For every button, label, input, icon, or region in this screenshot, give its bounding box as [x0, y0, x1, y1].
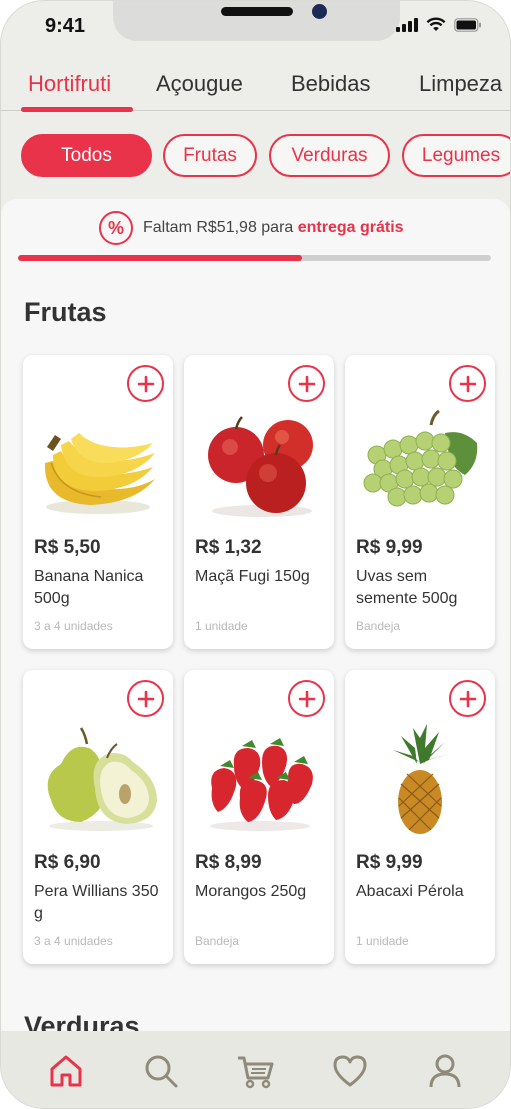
apple-image — [208, 416, 313, 517]
free-delivery-banner: % Faltam R$51,98 para entrega grátis — [99, 211, 404, 245]
nav-search[interactable] — [133, 1043, 189, 1099]
front-camera — [312, 4, 327, 19]
product-card[interactable]: R$ 6,90 Pera Willians 350 g 3 a 4 unidad… — [23, 670, 173, 964]
status-time: 9:41 — [45, 15, 86, 37]
product-list: % Faltam R$51,98 para entrega grátis Fru… — [1, 199, 510, 1041]
product-unit-note: 3 a 4 unidades — [34, 934, 113, 948]
product-unit-note: Bandeja — [356, 619, 401, 633]
bottom-navigation — [1, 1031, 510, 1108]
battery-icon — [454, 18, 481, 32]
tab-acougue[interactable]: Açougue — [156, 71, 243, 97]
free-delivery-progress-fill — [18, 255, 302, 261]
active-tab-indicator — [21, 107, 133, 112]
category-tabs: Hortifruti Açougue Bebidas Limpeza — [1, 61, 510, 112]
tab-limpeza[interactable]: Limpeza — [419, 71, 502, 97]
nav-profile[interactable] — [417, 1043, 473, 1099]
tab-bebidas[interactable]: Bebidas — [291, 71, 371, 97]
add-to-cart-button[interactable] — [449, 365, 486, 402]
section-title-frutas: Frutas — [24, 297, 107, 327]
plus-icon — [298, 690, 315, 707]
heart-icon — [333, 1055, 367, 1087]
product-price: R$ 5,50 — [34, 537, 101, 558]
plus-icon — [137, 375, 154, 392]
cellular-signal-icon — [396, 18, 418, 32]
free-delivery-text: Faltam R$51,98 para entrega grátis — [143, 219, 404, 236]
product-price: R$ 9,99 — [356, 537, 423, 558]
filter-chip-todos[interactable]: Todos — [21, 134, 152, 177]
strawberry-image — [210, 738, 313, 831]
speaker-grille — [221, 7, 293, 16]
percent-icon: % — [99, 211, 133, 245]
product-unit-note: 3 a 4 unidades — [34, 619, 113, 633]
product-name: Abacaxi Pérola — [356, 883, 464, 900]
product-name: Pera Willians 350 g — [34, 883, 159, 922]
product-name: Banana Nanica 500g — [34, 568, 144, 607]
product-price: R$ 1,32 — [195, 537, 262, 558]
pear-image — [47, 727, 157, 831]
filter-chip-verduras[interactable]: Verduras — [269, 134, 390, 177]
plus-icon — [459, 690, 476, 707]
filter-chip-frutas[interactable]: Frutas — [163, 134, 257, 177]
product-unit-note: 1 unidade — [356, 934, 409, 948]
add-to-cart-button[interactable] — [288, 365, 325, 402]
product-card[interactable]: R$ 1,32 Maçã Fugi 150g 1 unidade — [184, 355, 334, 649]
nav-home[interactable] — [38, 1043, 94, 1099]
add-to-cart-button[interactable] — [127, 680, 164, 717]
search-icon — [145, 1055, 178, 1088]
free-delivery-progress — [18, 255, 491, 261]
product-card[interactable]: R$ 9,99 Uvas sem semente 500g Bandeja — [345, 355, 495, 649]
free-delivery-highlight: entrega grátis — [297, 219, 404, 236]
status-bar: 9:41 — [1, 1, 510, 53]
product-name: Maçã Fugi 150g — [195, 568, 310, 585]
filter-chip-legumes[interactable]: Legumes — [402, 134, 510, 177]
product-card[interactable]: R$ 8,99 Morangos 250g Bandeja — [184, 670, 334, 964]
product-price: R$ 6,90 — [34, 852, 101, 873]
plus-icon — [298, 375, 315, 392]
nav-cart[interactable] — [227, 1043, 283, 1099]
home-icon — [50, 1055, 82, 1087]
product-price: R$ 8,99 — [195, 852, 262, 873]
product-unit-note: Bandeja — [195, 934, 240, 948]
product-unit-note: 1 unidade — [195, 619, 248, 633]
nav-favorites[interactable] — [322, 1043, 378, 1099]
add-to-cart-button[interactable] — [127, 365, 164, 402]
add-to-cart-button[interactable] — [288, 680, 325, 717]
pineapple-image — [393, 724, 449, 834]
product-name: Uvas sem semente 500g — [356, 568, 458, 607]
user-icon — [429, 1054, 461, 1088]
tab-hortifruti[interactable]: Hortifruti — [28, 71, 111, 97]
add-to-cart-button[interactable] — [449, 680, 486, 717]
status-icons — [396, 17, 482, 32]
plus-icon — [459, 375, 476, 392]
phone-screen: 9:41 Hortifruti Açougue Bebidas Limpeza … — [0, 0, 511, 1109]
product-price: R$ 9,99 — [356, 852, 423, 873]
wifi-icon — [426, 17, 446, 31]
grapes-image — [363, 409, 478, 507]
product-card[interactable]: R$ 5,50 Banana Nanica 500g 3 a 4 unidade… — [23, 355, 173, 649]
product-name: Morangos 250g — [195, 883, 307, 900]
product-card[interactable]: R$ 9,99 Abacaxi Pérola 1 unidade — [345, 670, 495, 964]
plus-icon — [137, 690, 154, 707]
cart-icon — [238, 1056, 274, 1089]
device-notch — [113, 1, 400, 41]
banana-image — [44, 433, 155, 514]
